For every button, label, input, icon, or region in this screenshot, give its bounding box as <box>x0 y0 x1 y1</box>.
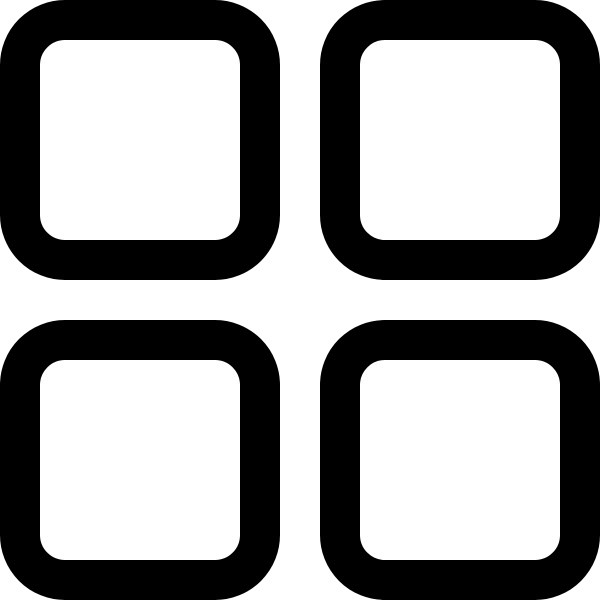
grid-tile-bottom-left <box>0 320 280 600</box>
grid-tile-top-right <box>320 0 600 280</box>
grid-view-icon <box>0 0 600 600</box>
grid-tile-top-left <box>0 0 280 280</box>
icon-canvas <box>0 0 600 600</box>
grid-tile-bottom-right <box>320 320 600 600</box>
